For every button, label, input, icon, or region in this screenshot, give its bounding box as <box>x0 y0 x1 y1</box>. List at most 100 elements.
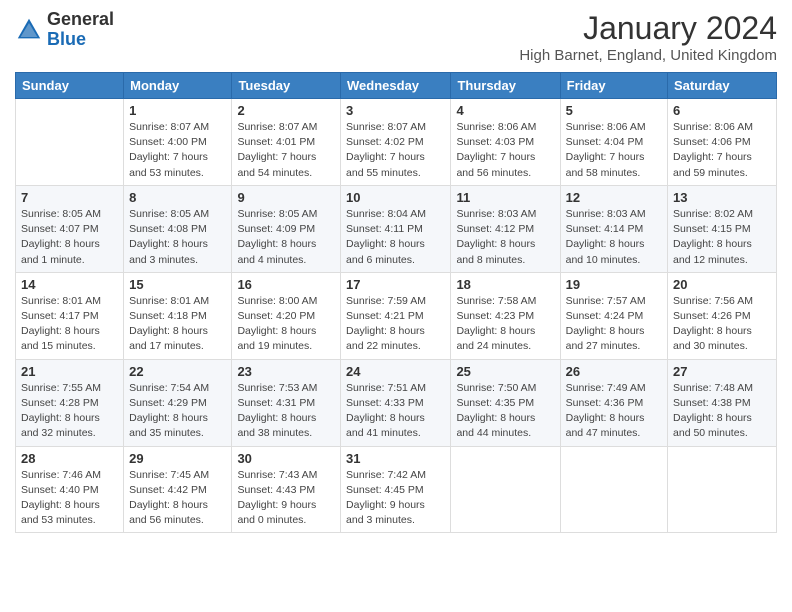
calendar-cell: 10 Sunrise: 8:04 AM Sunset: 4:11 PM Dayli… <box>341 185 451 272</box>
day-info: Sunrise: 8:02 AM Sunset: 4:15 PM Dayligh… <box>673 207 771 268</box>
day-info: Sunrise: 7:43 AM Sunset: 4:43 PM Dayligh… <box>237 468 335 529</box>
day-number: 25 <box>456 364 554 379</box>
calendar-cell: 14 Sunrise: 8:01 AM Sunset: 4:17 PM Dayli… <box>16 272 124 359</box>
day-number: 5 <box>566 103 662 118</box>
day-info: Sunrise: 8:05 AM Sunset: 4:09 PM Dayligh… <box>237 207 335 268</box>
col-header-monday: Monday <box>124 73 232 99</box>
day-number: 28 <box>21 451 118 466</box>
day-number: 29 <box>129 451 226 466</box>
day-number: 31 <box>346 451 445 466</box>
logo-icon <box>15 16 43 44</box>
day-info: Sunrise: 8:06 AM Sunset: 4:06 PM Dayligh… <box>673 120 771 181</box>
calendar-header-row: SundayMondayTuesdayWednesdayThursdayFrid… <box>16 73 777 99</box>
month-title: January 2024 <box>519 10 777 47</box>
day-info: Sunrise: 8:00 AM Sunset: 4:20 PM Dayligh… <box>237 294 335 355</box>
col-header-saturday: Saturday <box>668 73 777 99</box>
calendar-week-row: 7 Sunrise: 8:05 AM Sunset: 4:07 PM Daylig… <box>16 185 777 272</box>
day-number: 14 <box>21 277 118 292</box>
day-info: Sunrise: 7:55 AM Sunset: 4:28 PM Dayligh… <box>21 381 118 442</box>
calendar-cell: 31 Sunrise: 7:42 AM Sunset: 4:45 PM Dayli… <box>341 446 451 533</box>
day-info: Sunrise: 7:56 AM Sunset: 4:26 PM Dayligh… <box>673 294 771 355</box>
calendar-cell: 29 Sunrise: 7:45 AM Sunset: 4:42 PM Dayli… <box>124 446 232 533</box>
calendar-cell: 19Sunrise: 7:57 AM Sunset: 4:24 PM Dayli… <box>560 272 667 359</box>
day-info: Sunrise: 7:53 AM Sunset: 4:31 PM Dayligh… <box>237 381 335 442</box>
day-info: Sunrise: 7:51 AM Sunset: 4:33 PM Dayligh… <box>346 381 445 442</box>
day-info: Sunrise: 8:03 AM Sunset: 4:12 PM Dayligh… <box>456 207 554 268</box>
calendar-cell: 7 Sunrise: 8:05 AM Sunset: 4:07 PM Daylig… <box>16 185 124 272</box>
col-header-tuesday: Tuesday <box>232 73 341 99</box>
calendar-cell <box>668 446 777 533</box>
logo-text: General Blue <box>47 10 114 50</box>
calendar-cell <box>451 446 560 533</box>
logo-blue: Blue <box>47 30 114 50</box>
day-info: Sunrise: 8:06 AM Sunset: 4:04 PM Dayligh… <box>566 120 662 181</box>
title-block: January 2024 High Barnet, England, Unite… <box>519 10 777 64</box>
col-header-friday: Friday <box>560 73 667 99</box>
day-number: 15 <box>129 277 226 292</box>
day-number: 9 <box>237 190 335 205</box>
day-number: 6 <box>673 103 771 118</box>
day-info: Sunrise: 7:45 AM Sunset: 4:42 PM Dayligh… <box>129 468 226 529</box>
calendar-cell: 20 Sunrise: 7:56 AM Sunset: 4:26 PM Dayli… <box>668 272 777 359</box>
calendar-cell: 2 Sunrise: 8:07 AM Sunset: 4:01 PM Daylig… <box>232 99 341 186</box>
calendar-cell: 28Sunrise: 7:46 AM Sunset: 4:40 PM Dayli… <box>16 446 124 533</box>
day-number: 26 <box>566 364 662 379</box>
day-number: 21 <box>21 364 118 379</box>
day-number: 4 <box>456 103 554 118</box>
calendar-cell: 8 Sunrise: 8:05 AM Sunset: 4:08 PM Daylig… <box>124 185 232 272</box>
day-info: Sunrise: 8:03 AM Sunset: 4:14 PM Dayligh… <box>566 207 662 268</box>
col-header-wednesday: Wednesday <box>341 73 451 99</box>
day-number: 7 <box>21 190 118 205</box>
calendar-cell <box>16 99 124 186</box>
calendar-cell: 16 Sunrise: 8:00 AM Sunset: 4:20 PM Dayli… <box>232 272 341 359</box>
calendar: SundayMondayTuesdayWednesdayThursdayFrid… <box>15 72 777 533</box>
day-info: Sunrise: 8:05 AM Sunset: 4:08 PM Dayligh… <box>129 207 226 268</box>
calendar-cell: 18Sunrise: 7:58 AM Sunset: 4:23 PM Dayli… <box>451 272 560 359</box>
calendar-cell: 12Sunrise: 8:03 AM Sunset: 4:14 PM Dayli… <box>560 185 667 272</box>
day-info: Sunrise: 8:01 AM Sunset: 4:18 PM Dayligh… <box>129 294 226 355</box>
calendar-cell: 9 Sunrise: 8:05 AM Sunset: 4:09 PM Daylig… <box>232 185 341 272</box>
calendar-cell: 24Sunrise: 7:51 AM Sunset: 4:33 PM Dayli… <box>341 359 451 446</box>
calendar-week-row: 14 Sunrise: 8:01 AM Sunset: 4:17 PM Dayli… <box>16 272 777 359</box>
day-number: 8 <box>129 190 226 205</box>
calendar-cell: 1Sunrise: 8:07 AM Sunset: 4:00 PM Daylig… <box>124 99 232 186</box>
day-info: Sunrise: 8:07 AM Sunset: 4:02 PM Dayligh… <box>346 120 445 181</box>
day-info: Sunrise: 8:04 AM Sunset: 4:11 PM Dayligh… <box>346 207 445 268</box>
calendar-week-row: 21 Sunrise: 7:55 AM Sunset: 4:28 PM Dayli… <box>16 359 777 446</box>
day-info: Sunrise: 7:50 AM Sunset: 4:35 PM Dayligh… <box>456 381 554 442</box>
day-number: 10 <box>346 190 445 205</box>
calendar-cell: 11 Sunrise: 8:03 AM Sunset: 4:12 PM Dayli… <box>451 185 560 272</box>
day-number: 16 <box>237 277 335 292</box>
day-info: Sunrise: 8:07 AM Sunset: 4:00 PM Dayligh… <box>129 120 226 181</box>
day-number: 19 <box>566 277 662 292</box>
day-info: Sunrise: 7:42 AM Sunset: 4:45 PM Dayligh… <box>346 468 445 529</box>
day-number: 22 <box>129 364 226 379</box>
calendar-cell <box>560 446 667 533</box>
day-info: Sunrise: 8:07 AM Sunset: 4:01 PM Dayligh… <box>237 120 335 181</box>
calendar-cell: 27Sunrise: 7:48 AM Sunset: 4:38 PM Dayli… <box>668 359 777 446</box>
day-number: 30 <box>237 451 335 466</box>
logo: General Blue <box>15 10 114 50</box>
day-info: Sunrise: 8:05 AM Sunset: 4:07 PM Dayligh… <box>21 207 118 268</box>
page-header: General Blue January 2024 High Barnet, E… <box>15 10 777 64</box>
calendar-cell: 13Sunrise: 8:02 AM Sunset: 4:15 PM Dayli… <box>668 185 777 272</box>
day-info: Sunrise: 7:54 AM Sunset: 4:29 PM Dayligh… <box>129 381 226 442</box>
day-number: 23 <box>237 364 335 379</box>
calendar-cell: 25 Sunrise: 7:50 AM Sunset: 4:35 PM Dayli… <box>451 359 560 446</box>
calendar-cell: 5 Sunrise: 8:06 AM Sunset: 4:04 PM Daylig… <box>560 99 667 186</box>
calendar-cell: 17 Sunrise: 7:59 AM Sunset: 4:21 PM Dayli… <box>341 272 451 359</box>
calendar-cell: 22 Sunrise: 7:54 AM Sunset: 4:29 PM Dayli… <box>124 359 232 446</box>
location: High Barnet, England, United Kingdom <box>519 47 777 64</box>
day-number: 3 <box>346 103 445 118</box>
col-header-sunday: Sunday <box>16 73 124 99</box>
calendar-week-row: 1Sunrise: 8:07 AM Sunset: 4:00 PM Daylig… <box>16 99 777 186</box>
day-info: Sunrise: 8:01 AM Sunset: 4:17 PM Dayligh… <box>21 294 118 355</box>
day-number: 2 <box>237 103 335 118</box>
calendar-cell: 23 Sunrise: 7:53 AM Sunset: 4:31 PM Dayli… <box>232 359 341 446</box>
day-info: Sunrise: 7:59 AM Sunset: 4:21 PM Dayligh… <box>346 294 445 355</box>
day-number: 11 <box>456 190 554 205</box>
day-number: 20 <box>673 277 771 292</box>
day-number: 17 <box>346 277 445 292</box>
day-info: Sunrise: 7:49 AM Sunset: 4:36 PM Dayligh… <box>566 381 662 442</box>
day-number: 27 <box>673 364 771 379</box>
